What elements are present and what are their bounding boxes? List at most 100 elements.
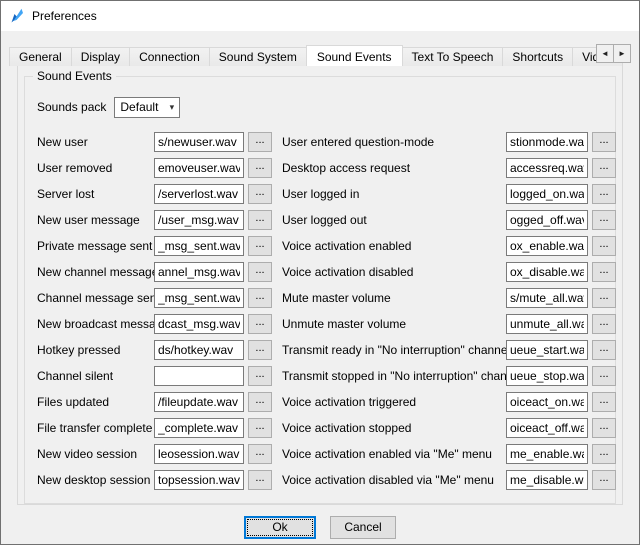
tab-scroll: ◄ ►	[596, 44, 631, 63]
cancel-button[interactable]: Cancel	[330, 516, 396, 539]
sound-file-input[interactable]	[154, 236, 244, 256]
sound-file-input[interactable]	[154, 340, 244, 360]
ok-button[interactable]: Ok	[244, 516, 316, 539]
sound-file-input[interactable]	[506, 392, 588, 412]
browse-button[interactable]: ...	[248, 340, 272, 360]
preferences-dialog: Preferences General Display Connection S…	[0, 0, 640, 545]
browse-button[interactable]: ...	[248, 236, 272, 256]
sound-file-input[interactable]	[154, 418, 244, 438]
sound-file-input[interactable]	[154, 366, 244, 386]
sound-file-input[interactable]	[506, 366, 588, 386]
sound-file-input[interactable]	[506, 418, 588, 438]
sound-event-label: New broadcast message	[37, 317, 154, 331]
row-new-broadcast-message: New broadcast message ...	[37, 311, 272, 337]
browse-button[interactable]: ...	[592, 132, 616, 152]
tab-sound-system[interactable]: Sound System	[209, 47, 307, 66]
app-icon	[9, 8, 25, 24]
sound-event-label: Unmute master volume	[282, 317, 506, 331]
row-transmit-stopped: Transmit stopped in "No interruption" ch…	[282, 363, 616, 389]
right-column: User entered question-mode ... Desktop a…	[282, 129, 616, 493]
sound-file-input[interactable]	[154, 288, 244, 308]
browse-button[interactable]: ...	[248, 470, 272, 490]
row-user-entered-question-mode: User entered question-mode ...	[282, 129, 616, 155]
sound-event-label: New channel message	[37, 265, 154, 279]
sound-file-input[interactable]	[506, 132, 588, 152]
sound-file-input[interactable]	[506, 262, 588, 282]
tab-display[interactable]: Display	[71, 47, 130, 66]
browse-button[interactable]: ...	[592, 236, 616, 256]
sound-file-input[interactable]	[506, 470, 588, 490]
sound-file-input[interactable]	[154, 444, 244, 464]
browse-button[interactable]: ...	[248, 444, 272, 464]
browse-button[interactable]: ...	[248, 366, 272, 386]
tab-shortcuts[interactable]: Shortcuts	[502, 47, 573, 66]
browse-button[interactable]: ...	[592, 340, 616, 360]
tab-scroll-left-button[interactable]: ◄	[596, 44, 614, 63]
sound-event-label: Voice activation enabled via "Me" menu	[282, 447, 506, 461]
sound-file-input[interactable]	[154, 132, 244, 152]
sound-event-label: User logged out	[282, 213, 506, 227]
titlebar: Preferences	[1, 1, 639, 31]
browse-button[interactable]: ...	[592, 418, 616, 438]
sound-file-input[interactable]	[506, 288, 588, 308]
browse-button[interactable]: ...	[592, 444, 616, 464]
browse-button[interactable]: ...	[248, 210, 272, 230]
browse-button[interactable]: ...	[592, 392, 616, 412]
sound-event-label: Voice activation disabled	[282, 265, 506, 279]
sound-event-label: New user message	[37, 213, 154, 227]
sound-file-input[interactable]	[506, 184, 588, 204]
sound-file-input[interactable]	[506, 444, 588, 464]
browse-button[interactable]: ...	[592, 366, 616, 386]
sound-event-label: Files updated	[37, 395, 154, 409]
sound-event-label: Hotkey pressed	[37, 343, 154, 357]
row-desktop-access-request: Desktop access request ...	[282, 155, 616, 181]
sound-file-input[interactable]	[506, 158, 588, 178]
browse-button[interactable]: ...	[592, 314, 616, 334]
sound-file-input[interactable]	[506, 210, 588, 230]
tab-text-to-speech[interactable]: Text To Speech	[402, 47, 504, 66]
row-user-logged-in: User logged in ...	[282, 181, 616, 207]
row-new-user-message: New user message ...	[37, 207, 272, 233]
sound-file-input[interactable]	[154, 314, 244, 334]
tab-connection[interactable]: Connection	[129, 47, 210, 66]
sound-event-label: New desktop session	[37, 473, 154, 487]
row-user-removed: User removed ...	[37, 155, 272, 181]
sound-file-input[interactable]	[506, 340, 588, 360]
browse-button[interactable]: ...	[592, 262, 616, 282]
row-voice-activation-enabled-me-menu: Voice activation enabled via "Me" menu .…	[282, 441, 616, 467]
sound-file-input[interactable]	[154, 210, 244, 230]
scroll-right-icon: ►	[618, 49, 626, 58]
sound-event-label: Voice activation enabled	[282, 239, 506, 253]
sound-event-label: File transfer complete	[37, 421, 154, 435]
browse-button[interactable]: ...	[248, 158, 272, 178]
sound-event-label: Mute master volume	[282, 291, 506, 305]
sound-file-input[interactable]	[154, 262, 244, 282]
sound-file-input[interactable]	[506, 236, 588, 256]
sound-event-label: Transmit ready in "No interruption" chan…	[282, 343, 506, 357]
sound-file-input[interactable]	[154, 158, 244, 178]
browse-button[interactable]: ...	[248, 262, 272, 282]
row-voice-activation-disabled-me-menu: Voice activation disabled via "Me" menu …	[282, 467, 616, 493]
sound-event-label: Voice activation disabled via "Me" menu	[282, 473, 506, 487]
sounds-pack-select[interactable]: Default ▾	[114, 97, 180, 118]
browse-button[interactable]: ...	[592, 470, 616, 490]
sound-file-input[interactable]	[506, 314, 588, 334]
sound-events-group: Sound Events Sounds pack Default ▾ New u…	[24, 76, 616, 504]
sound-file-input[interactable]	[154, 392, 244, 412]
browse-button[interactable]: ...	[248, 392, 272, 412]
browse-button[interactable]: ...	[248, 418, 272, 438]
sound-file-input[interactable]	[154, 184, 244, 204]
tab-scroll-right-button[interactable]: ►	[613, 44, 631, 63]
browse-button[interactable]: ...	[592, 158, 616, 178]
browse-button[interactable]: ...	[248, 132, 272, 152]
tab-sound-events[interactable]: Sound Events	[306, 45, 403, 66]
browse-button[interactable]: ...	[592, 210, 616, 230]
browse-button[interactable]: ...	[248, 288, 272, 308]
browse-button[interactable]: ...	[248, 314, 272, 334]
sound-file-input[interactable]	[154, 470, 244, 490]
tab-general[interactable]: General	[9, 47, 72, 66]
row-voice-activation-stopped: Voice activation stopped ...	[282, 415, 616, 441]
browse-button[interactable]: ...	[248, 184, 272, 204]
browse-button[interactable]: ...	[592, 184, 616, 204]
browse-button[interactable]: ...	[592, 288, 616, 308]
